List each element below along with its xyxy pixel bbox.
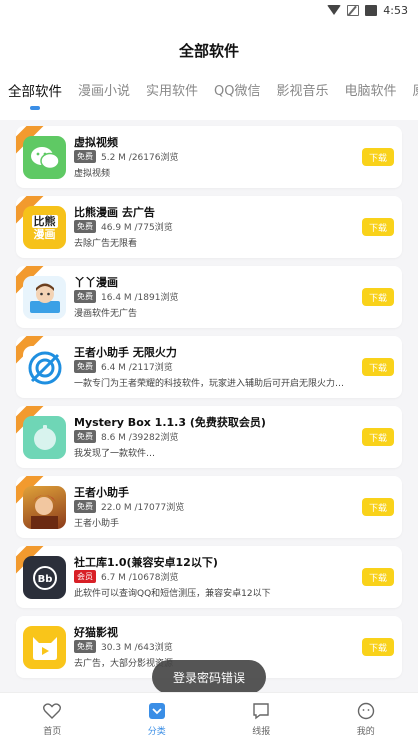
status-bar: 4:53 — [0, 0, 418, 20]
bb-icon: Bb — [23, 556, 66, 599]
app-meta: 免费 22.0 M /17077浏览 — [74, 500, 184, 513]
page-header: 全部软件 — [0, 20, 418, 80]
hero-portrait-icon — [23, 486, 66, 529]
app-name: 虚拟视频 — [74, 136, 118, 149]
price-badge: 免费 — [74, 500, 96, 513]
app-stats: 5.2 M /26176浏览 — [101, 153, 179, 163]
nav-news[interactable]: 线报 — [209, 693, 314, 744]
cat-icon — [23, 626, 66, 669]
download-button[interactable]: 下载 — [362, 498, 394, 516]
app-card[interactable]: 王者小助手 无限火力 免费 6.4 M /2117浏览 一款专门为王者荣耀的科技… — [16, 336, 402, 398]
app-card[interactable]: 比熊 漫画 比熊漫画 去广告 免费 46.9 M /775浏览 去除广告无限看 下… — [16, 196, 402, 258]
bixiong-manhua-icon: 比熊 漫画 — [23, 206, 66, 249]
download-button[interactable]: 下载 — [362, 568, 394, 586]
svg-text:Bb: Bb — [37, 574, 52, 585]
download-button[interactable]: 下载 — [362, 288, 394, 306]
tab-video-music[interactable]: 影视音乐 — [269, 80, 337, 120]
bottom-nav: 首页 分类 线报 我的 — [0, 692, 418, 744]
app-stats: 46.9 M /775浏览 — [101, 223, 173, 233]
status-time: 4:53 — [383, 3, 408, 17]
app-meta: 会员 6.7 M /10678浏览 — [74, 570, 178, 583]
app-stats: 16.4 M /1891浏览 — [101, 293, 179, 303]
page-title: 全部软件 — [178, 41, 239, 60]
nav-mine-label: 我的 — [356, 726, 375, 737]
app-card[interactable]: 王者小助手 免费 22.0 M /17077浏览 王者小助手 下载 — [16, 476, 402, 538]
category-tabs: 全部软件 漫画小说 实用软件 QQ微信 影视音乐 电脑软件 原创软件 — [0, 80, 418, 120]
price-badge: 免费 — [74, 290, 96, 303]
app-stats: 6.7 M /10678浏览 — [101, 573, 179, 583]
app-meta: 免费 16.4 M /1891浏览 — [74, 290, 178, 303]
wifi-icon — [327, 4, 342, 16]
nav-category-label: 分类 — [147, 726, 166, 737]
app-description: 我发现了一款软件… — [74, 449, 156, 459]
nav-mine[interactable]: 我的 — [314, 693, 418, 744]
price-badge: 免费 — [74, 430, 96, 443]
app-name: 比熊漫画 去广告 — [74, 206, 155, 219]
app-meta: 免费 46.9 M /775浏览 — [74, 220, 173, 233]
message-icon — [251, 701, 271, 721]
app-description: 此软件可以查询QQ和短信测压，兼容安卓12以下 — [74, 589, 271, 599]
download-button[interactable]: 下载 — [362, 218, 394, 236]
price-badge: 免费 — [74, 640, 96, 653]
tab-comics[interactable]: 漫画小说 — [70, 80, 138, 120]
app-description: 一款专门为王者荣耀的科技软件，玩家进入辅助后可开启无限火力… — [74, 379, 345, 389]
app-name: 社工库1.0(兼容安卓12以下) — [74, 556, 218, 569]
app-meta: 免费 6.4 M /2117浏览 — [74, 360, 173, 373]
nav-news-label: 线报 — [252, 726, 271, 737]
nav-category[interactable]: 分类 — [105, 693, 210, 744]
download-button[interactable]: 下载 — [362, 428, 394, 446]
app-card[interactable]: 虚拟视频 免费 5.2 M /26176浏览 虚拟视频 下载 — [16, 126, 402, 188]
tab-all[interactable]: 全部软件 — [0, 80, 70, 120]
app-name: Mystery Box 1.1.3 (免费获取会员) — [74, 416, 266, 429]
tab-original[interactable]: 原创软件 — [405, 80, 418, 120]
nav-home[interactable]: 首页 — [0, 693, 105, 744]
app-name: 好猫影视 — [74, 626, 118, 639]
app-card[interactable]: 丫丫漫画 免费 16.4 M /1891浏览 漫画软件无广告 下载 — [16, 266, 402, 328]
app-name: 王者小助手 — [74, 486, 129, 499]
battery-icon — [365, 4, 378, 16]
yaya-manhua-icon — [23, 276, 66, 319]
price-badge: 会员 — [74, 570, 96, 583]
nav-home-label: 首页 — [43, 726, 62, 737]
tab-pc-software[interactable]: 电脑软件 — [337, 80, 405, 120]
error-toast: 登录密码错误 — [152, 660, 266, 694]
app-stats: 22.0 M /17077浏览 — [101, 503, 185, 513]
price-badge: 免费 — [74, 360, 96, 373]
app-card[interactable]: Bb 社工库1.0(兼容安卓12以下) 会员 6.7 M /10678浏览 此软… — [16, 546, 402, 608]
app-stats: 30.3 M /643浏览 — [101, 643, 173, 653]
app-description: 去除广告无限看 — [74, 239, 138, 249]
price-badge: 免费 — [74, 150, 96, 163]
download-button[interactable]: 下载 — [362, 638, 394, 656]
app-name: 丫丫漫画 — [74, 276, 118, 289]
app-meta: 免费 8.6 M /39282浏览 — [74, 430, 178, 443]
tab-utility[interactable]: 实用软件 — [138, 80, 206, 120]
heart-icon — [42, 701, 62, 721]
download-button[interactable]: 下载 — [362, 358, 394, 376]
bubble-icon — [23, 416, 66, 459]
smile-icon — [356, 701, 376, 721]
tab-qq-wechat[interactable]: QQ微信 — [206, 80, 268, 120]
price-badge: 免费 — [74, 220, 96, 233]
target-icon — [23, 346, 66, 389]
no-sim-icon — [347, 4, 360, 16]
app-name: 王者小助手 无限火力 — [74, 346, 177, 359]
app-description: 王者小助手 — [74, 519, 120, 529]
app-stats: 6.4 M /2117浏览 — [101, 363, 173, 373]
app-description: 虚拟视频 — [74, 169, 111, 179]
app-meta: 免费 5.2 M /26176浏览 — [74, 150, 178, 163]
wechat-style-icon — [23, 136, 66, 179]
app-meta: 免费 30.3 M /643浏览 — [74, 640, 173, 653]
app-description: 漫画软件无广告 — [74, 309, 138, 319]
app-card[interactable]: Mystery Box 1.1.3 (免费获取会员) 免费 8.6 M /392… — [16, 406, 402, 468]
download-button[interactable]: 下载 — [362, 148, 394, 166]
app-stats: 8.6 M /39282浏览 — [101, 433, 179, 443]
category-icon — [147, 701, 167, 721]
